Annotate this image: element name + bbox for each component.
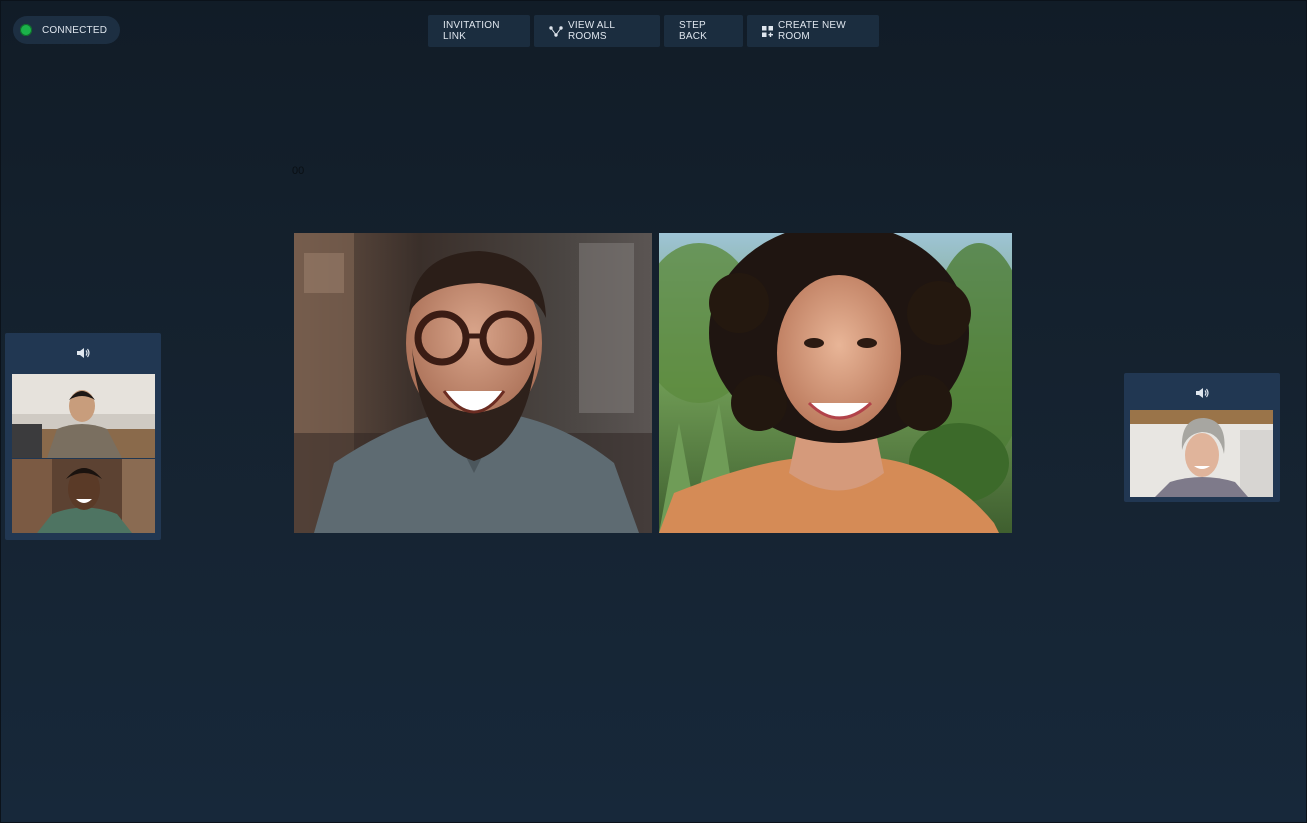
view-all-rooms-button[interactable]: VIEW ALL ROOMS [534,15,660,47]
step-back-button[interactable]: STEP BACK [664,15,743,47]
top-toolbar: INVITATION LINK VIEW ALL ROOMS STEP BACK [428,15,879,47]
step-back-label: STEP BACK [679,20,708,42]
invitation-link-label: INVITATION LINK [443,20,500,42]
view-all-rooms-label: VIEW ALL ROOMS [568,20,615,42]
speaker-icon[interactable] [76,346,90,360]
video-feed-image [12,374,155,458]
connection-status-badge: CONNECTED [13,16,121,44]
status-dot-icon [20,24,32,36]
video-feed-image [12,459,155,533]
side-room-panel-left [5,333,161,540]
invitation-link-button[interactable]: INVITATION LINK [428,15,530,47]
video-feed-image [1130,410,1273,497]
video-tile-participant-1[interactable] [294,233,652,533]
video-feed-image [294,233,652,533]
window-frame [0,0,1307,823]
side-room-panel-right [1124,373,1280,502]
grid-plus-icon [762,25,773,37]
speaker-icon[interactable] [1195,386,1209,400]
video-thumbnail-participant-5[interactable] [1130,410,1273,497]
video-feed-image [659,233,1012,533]
create-new-room-button[interactable]: CREATE NEW ROOM [747,15,879,47]
video-thumbnail-participant-4[interactable] [12,459,155,533]
video-thumbnail-participant-3[interactable] [12,374,155,458]
network-icon [549,25,563,37]
participant-counter: 00 [292,165,305,177]
status-label: CONNECTED [42,24,108,36]
video-tile-participant-2[interactable] [659,233,1012,533]
create-new-room-label: CREATE NEW ROOM [778,20,846,42]
